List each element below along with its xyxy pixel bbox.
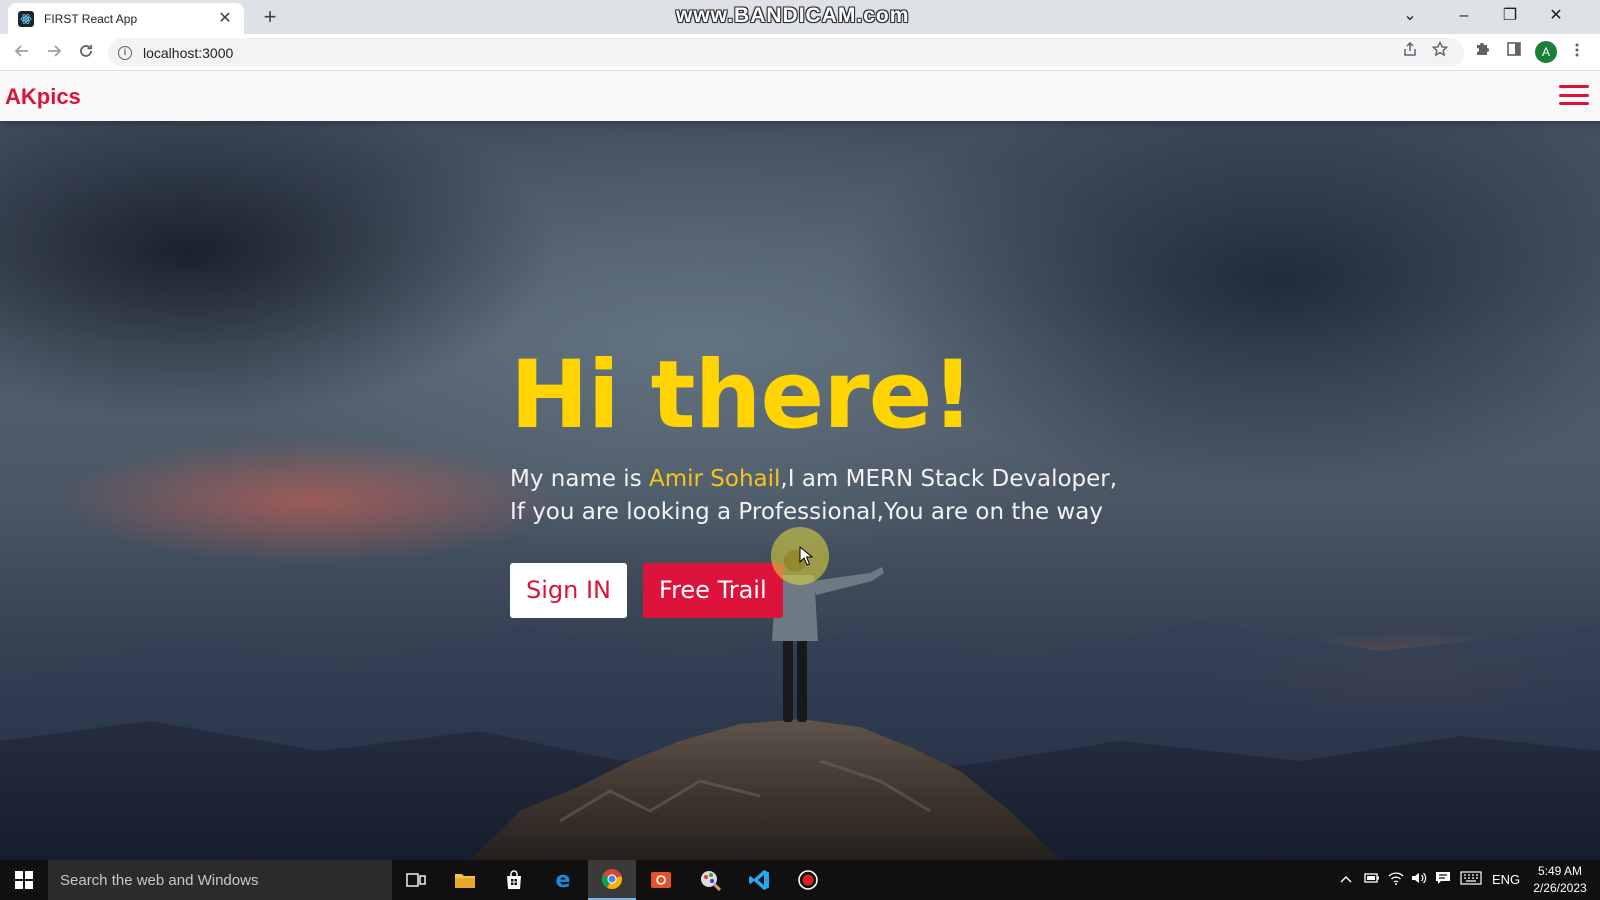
battery-icon[interactable] (1364, 871, 1380, 889)
forward-arrow-icon[interactable] (40, 39, 68, 67)
reload-icon[interactable] (72, 39, 100, 67)
kebab-menu-icon[interactable] (1566, 39, 1588, 67)
side-panel-icon[interactable] (1500, 39, 1528, 67)
taskbar-clock[interactable]: 5:49 AM 2/26/2023 (1526, 863, 1594, 897)
back-arrow-icon[interactable] (8, 39, 36, 67)
bookmark-star-icon[interactable] (1431, 40, 1449, 61)
bandicam-record-icon[interactable] (784, 860, 832, 900)
minimize-button[interactable]: – (1441, 2, 1487, 30)
vscode-icon[interactable] (735, 860, 783, 900)
hero-section: Hi there! My name is Amir Sohail,I am ME… (0, 121, 1600, 860)
task-view-icon[interactable] (392, 860, 440, 900)
photos-icon[interactable] (637, 860, 685, 900)
keyboard-icon[interactable] (1460, 871, 1482, 890)
hero-button-group: Sign IN Free Trail (510, 563, 1150, 618)
tab-close-icon[interactable]: ✕ (216, 10, 234, 28)
windows-taskbar: Search the web and Windows e ENG 5:49 AM… (0, 860, 1600, 900)
new-tab-button[interactable]: + (258, 6, 282, 30)
windows-start-icon[interactable] (0, 860, 48, 900)
hero-line2: If you are looking a Professional,You ar… (510, 499, 1103, 525)
hero-name-highlight: Amir Sohail (649, 466, 781, 492)
restore-button[interactable]: ❐ (1487, 2, 1533, 30)
address-bar[interactable]: i localhost:3000 (108, 38, 1464, 67)
react-favicon-icon (18, 10, 34, 27)
hero-line1-prefix: My name is (510, 466, 649, 492)
site-info-icon[interactable]: i (118, 45, 132, 60)
hero-line1-suffix: ,I am MERN Stack Devaloper, (780, 466, 1118, 492)
free-trial-button[interactable]: Free Trail (643, 563, 783, 618)
hamburger-menu-icon[interactable] (1559, 85, 1589, 105)
brand-logo[interactable]: AKpics (5, 84, 81, 110)
svg-text:e: e (556, 869, 571, 891)
tab-title: FIRST React App (44, 11, 138, 26)
paint-icon[interactable] (686, 860, 734, 900)
close-window-button[interactable]: ✕ (1533, 2, 1579, 30)
edge-icon[interactable]: e (539, 860, 587, 900)
store-icon[interactable] (490, 860, 538, 900)
bandicam-watermark: www.BANDICAM.com (676, 4, 910, 27)
mouse-cursor-icon (799, 546, 813, 566)
profile-avatar[interactable]: A (1535, 41, 1557, 63)
sign-in-button[interactable]: Sign IN (510, 563, 628, 618)
clock-date: 2/26/2023 (1533, 881, 1587, 895)
action-center-icon[interactable] (1435, 871, 1451, 890)
chrome-icon[interactable] (588, 860, 636, 900)
taskbar-search-placeholder: Search the web and Windows (60, 871, 259, 889)
tray-overflow-chevron-icon[interactable] (1340, 871, 1352, 889)
screen: FIRST React App ✕ + www.BANDICAM.com ⌄ –… (0, 0, 1600, 900)
browser-tab[interactable]: FIRST React App ✕ (8, 3, 244, 34)
app-navbar: AKpics (0, 71, 1600, 121)
tab-search-chevron-icon[interactable]: ⌄ (1387, 2, 1433, 30)
extensions-puzzle-icon[interactable] (1468, 39, 1496, 67)
browser-toolbar: i localhost:3000 A (0, 34, 1600, 71)
volume-icon[interactable] (1411, 871, 1427, 890)
browser-tab-strip: FIRST React App ✕ + www.BANDICAM.com ⌄ –… (0, 0, 1600, 34)
hero-content: Hi there! My name is Amir Sohail,I am ME… (510, 341, 1150, 618)
clock-time: 5:49 AM (1537, 864, 1583, 878)
share-icon[interactable] (1402, 41, 1418, 61)
file-explorer-icon[interactable] (441, 860, 489, 900)
url-text: localhost:3000 (143, 44, 234, 61)
input-language[interactable]: ENG (1492, 871, 1520, 889)
hero-title: Hi there! (510, 341, 974, 450)
taskbar-search-box[interactable]: Search the web and Windows (48, 860, 392, 900)
wifi-icon[interactable] (1388, 871, 1404, 890)
hero-description: My name is Amir Sohail,I am MERN Stack D… (510, 463, 1150, 529)
page-viewport: AKpics Hi there! My name is Amir Sohail,… (0, 71, 1600, 860)
